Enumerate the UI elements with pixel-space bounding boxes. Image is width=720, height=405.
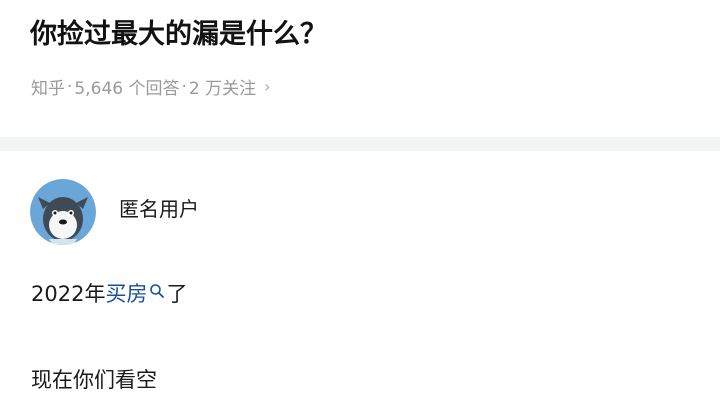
keyword-link[interactable]: 买房 — [105, 278, 147, 308]
question-header: 你捡过最大的漏是什么？ 知乎 · 5,646 个回答 · 2 万关注 › — [0, 0, 720, 137]
anonymous-seal-avatar-icon — [30, 179, 96, 245]
chevron-right-icon[interactable]: › — [264, 77, 270, 96]
question-title[interactable]: 你捡过最大的漏是什么？ — [30, 12, 327, 51]
paragraph-text: 2022年 — [31, 282, 106, 306]
meta-answer-count: 5,646 个回答 — [74, 79, 180, 99]
meta-follower-count: 2 万关注 — [188, 79, 257, 99]
meta-site: 知乎 — [31, 79, 65, 99]
question-meta[interactable]: 知乎 · 5,646 个回答 · 2 万关注 › — [31, 74, 271, 100]
paragraph-text: 了 — [166, 282, 188, 306]
avatar[interactable] — [30, 179, 96, 245]
meta-separator: · — [181, 76, 187, 97]
search-icon[interactable] — [149, 280, 165, 298]
meta-separator: · — [67, 76, 73, 97]
author-name[interactable]: 匿名用户 — [119, 193, 199, 222]
answer-card: 匿名用户 2022年 买房 了 现在你们看空 — [0, 151, 720, 405]
answer-paragraph-1: 2022年 买房 了 — [31, 278, 187, 308]
answer-paragraph-2: 现在你们看空 — [31, 368, 157, 392]
